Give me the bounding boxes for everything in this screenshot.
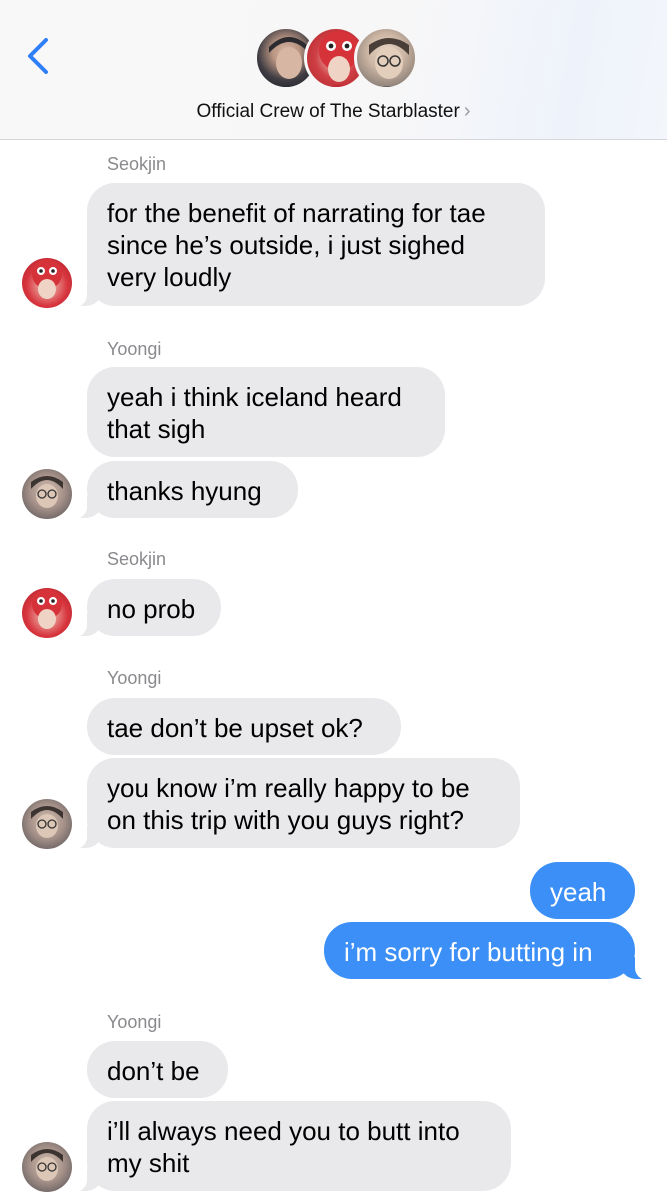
sent-message-bubble[interactable]: i’m sorry for butting in: [324, 922, 647, 980]
avatar[interactable]: [22, 799, 72, 849]
chat-header: Official Crew of The Starblaster ›: [0, 0, 667, 140]
sender-name: Yoongi: [107, 1012, 162, 1032]
sender-name: Yoongi: [107, 668, 162, 688]
message-bubble[interactable]: tae don’t be upset ok?: [87, 698, 401, 755]
message-bubble[interactable]: don’t be: [87, 1041, 228, 1098]
avatar[interactable]: [22, 588, 72, 638]
message-bubble[interactable]: yeah i think iceland heard that sigh: [87, 367, 445, 457]
avatar: [354, 26, 418, 90]
group-avatars[interactable]: [254, 26, 418, 94]
avatar[interactable]: [22, 1142, 72, 1192]
group-name-label: Official Crew of The Starblaster: [196, 101, 460, 122]
sender-name: Yoongi: [107, 339, 162, 359]
message-bubble[interactable]: for the benefit of narrating for tae sin…: [75, 183, 545, 307]
message-bubble[interactable]: no prob: [75, 579, 221, 637]
sender-name: Seokjin: [107, 549, 167, 569]
avatar[interactable]: [22, 258, 72, 308]
avatar[interactable]: [22, 469, 72, 519]
sender-name: Seokjin: [107, 154, 167, 174]
message-bubble[interactable]: thanks hyung: [75, 461, 298, 519]
message-bubble[interactable]: i’ll always need you to butt into my shi…: [75, 1101, 511, 1192]
message-bubble[interactable]: you know i’m really happy to be on this …: [75, 758, 520, 849]
chevron-left-icon[interactable]: [24, 36, 54, 76]
sent-message-bubble[interactable]: yeah: [530, 862, 635, 919]
chevron-right-icon: ›: [463, 100, 471, 122]
group-name[interactable]: Official Crew of The Starblaster ›: [0, 100, 667, 123]
